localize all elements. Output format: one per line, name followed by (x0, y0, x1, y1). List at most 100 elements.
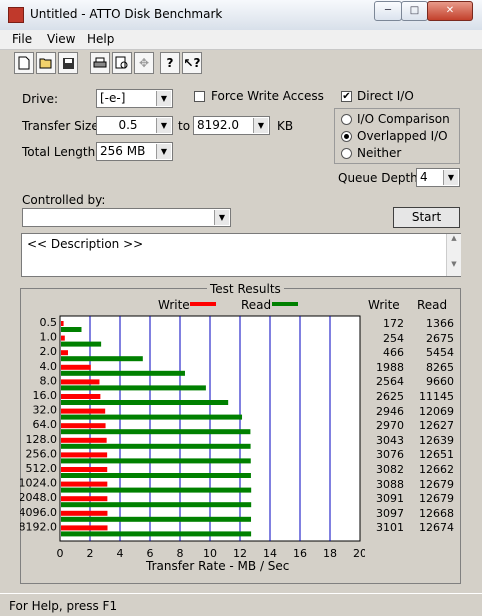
table-row: 2564 9660 (360, 375, 460, 389)
status-bar: For Help, press F1 (0, 593, 482, 616)
io-comparison-radio[interactable] (341, 114, 352, 125)
help-icon[interactable]: ? (160, 52, 180, 74)
overlapped-io-label: Overlapped I/O (357, 129, 448, 143)
read-bar (61, 502, 252, 508)
queue-depth-label: Queue Depth: (338, 171, 422, 185)
save-icon[interactable] (58, 52, 78, 74)
x-tick-label: 20 (353, 547, 365, 560)
description-box[interactable]: << Description >> (21, 233, 461, 277)
table-row: 2946 12069 (360, 405, 460, 419)
read-bar (61, 327, 82, 332)
write-column-header: Write (368, 298, 400, 312)
chevron-down-icon: ▼ (156, 91, 171, 106)
y-tick-label: 4096.0 (20, 506, 57, 519)
write-value: 2970 (376, 419, 404, 433)
read-bar (61, 414, 243, 420)
read-value: 12069 (419, 404, 454, 418)
x-tick-label: 0 (57, 547, 64, 560)
read-bar (61, 341, 102, 347)
menu-view[interactable]: View (47, 32, 75, 46)
write-bar (61, 525, 108, 531)
table-row: 3082 12662 (360, 463, 460, 477)
read-bar (61, 400, 229, 405)
drive-select[interactable]: [-e-] ▼ (96, 89, 173, 108)
chevron-down-icon: ▼ (443, 170, 458, 185)
write-bar (61, 335, 65, 341)
description-text: << Description >> (27, 237, 144, 251)
write-value: 254 (383, 331, 404, 345)
x-tick-label: 4 (117, 547, 124, 560)
menu-file[interactable]: File (12, 32, 32, 46)
read-value: 12639 (419, 433, 454, 447)
y-tick-label: 32.0 (33, 404, 58, 417)
x-tick-label: 18 (323, 547, 337, 560)
move-icon[interactable]: ✥ (134, 52, 154, 74)
write-bar (61, 481, 108, 487)
chevron-down-icon: ▼ (156, 118, 171, 133)
table-row: 3076 12651 (360, 448, 460, 462)
x-tick-label: 16 (293, 547, 307, 560)
read-value: 12679 (419, 477, 454, 491)
x-tick-label: 2 (87, 547, 94, 560)
read-bar (61, 385, 206, 391)
read-bar (61, 473, 251, 478)
y-tick-label: 8192.0 (20, 520, 57, 533)
read-bar (61, 370, 185, 376)
y-tick-label: 2048.0 (20, 491, 57, 504)
unit-label: KB (277, 119, 294, 133)
read-bar (61, 487, 252, 493)
overlapped-io-radio[interactable] (341, 131, 352, 142)
close-button[interactable]: ✕ (427, 1, 473, 21)
chevron-down-icon: ▼ (156, 144, 171, 159)
open-icon[interactable] (36, 52, 56, 74)
force-write-checkbox[interactable] (194, 91, 205, 102)
write-value: 3082 (376, 463, 404, 476)
chevron-down-icon: ▼ (253, 118, 268, 133)
write-value: 3043 (376, 433, 404, 447)
x-axis-label: Transfer Rate - MB / Sec (146, 559, 290, 573)
print-preview-icon[interactable] (112, 52, 132, 74)
table-row: 3101 12674 (360, 521, 460, 535)
write-bar (61, 364, 91, 370)
read-bar (61, 356, 143, 362)
menu-bar: File View Help (0, 30, 482, 50)
neither-radio[interactable] (341, 148, 352, 159)
write-bar (61, 437, 107, 443)
write-bar (61, 408, 106, 414)
y-tick-label: 4.0 (40, 360, 58, 373)
start-button[interactable]: Start (393, 207, 460, 228)
read-bar (61, 458, 251, 464)
context-help-icon[interactable]: ↖? (182, 52, 202, 74)
total-length-select[interactable]: 256 MB ▼ (96, 142, 173, 161)
transfer-from-select[interactable]: 0.5 ▼ (96, 116, 173, 135)
print-icon[interactable] (90, 52, 110, 74)
read-value: 8265 (426, 360, 454, 374)
direct-io-checkbox[interactable]: ✔ (341, 91, 352, 102)
queue-depth-select[interactable]: 4 ▼ (416, 168, 460, 187)
maximize-button[interactable]: □ (401, 1, 428, 21)
write-bar (61, 467, 108, 472)
read-value: 12627 (419, 419, 454, 433)
menu-help[interactable]: Help (87, 32, 114, 46)
minimize-button[interactable]: ─ (374, 1, 402, 21)
y-tick-label: 256.0 (26, 447, 58, 460)
description-scrollbar[interactable]: ▲ ▼ (446, 234, 461, 276)
read-column-header: Read (417, 298, 448, 312)
new-icon[interactable] (14, 52, 34, 74)
y-tick-label: 0.5 (40, 316, 58, 329)
window-title: Untitled - ATTO Disk Benchmark (30, 7, 223, 21)
title-bar: Untitled - ATTO Disk Benchmark ─ □ ✕ (0, 0, 482, 31)
legend-write-swatch (190, 302, 216, 306)
controlled-by-select[interactable]: ▼ (22, 208, 231, 227)
table-row: 3091 12679 (360, 492, 460, 506)
read-value: 2675 (426, 331, 454, 345)
write-value: 466 (383, 346, 404, 360)
transfer-from-value: 0.5 (118, 118, 138, 132)
transfer-to-select[interactable]: 8192.0 ▼ (193, 116, 270, 135)
read-value: 5454 (426, 346, 454, 360)
write-bar (61, 321, 64, 326)
total-length-label: Total Length: (22, 145, 100, 159)
y-tick-label: 128.0 (26, 433, 58, 446)
read-value: 12651 (419, 448, 454, 462)
write-bar (61, 452, 108, 458)
